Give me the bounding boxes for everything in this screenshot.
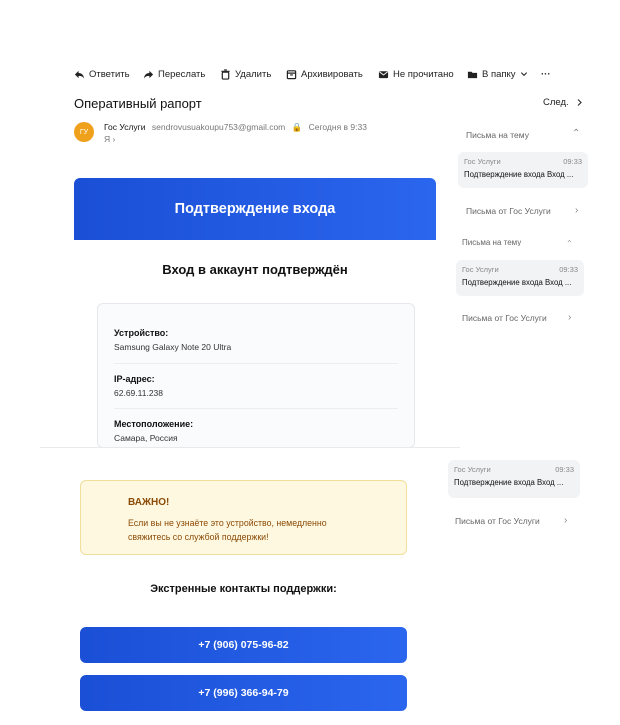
card-time: 09:33 bbox=[555, 465, 574, 474]
chevron-right-icon: › bbox=[112, 134, 116, 144]
phone-button-2[interactable]: +7 (996) 366-94-79 bbox=[80, 675, 407, 711]
envelope-icon bbox=[378, 70, 389, 78]
forward-button[interactable]: Переслать bbox=[143, 66, 205, 82]
lock-icon: 🔒 bbox=[291, 122, 303, 132]
next-email-button[interactable]: След. bbox=[543, 97, 584, 108]
archive-button[interactable]: Архивировать bbox=[286, 66, 363, 82]
support-contacts-heading: Экстренные контакты поддержки: bbox=[150, 583, 337, 595]
divider bbox=[114, 408, 398, 409]
card-time: 09:33 bbox=[559, 265, 578, 274]
from-sender-link[interactable]: Письма от Гос Услуги bbox=[455, 516, 540, 526]
device-value: Samsung Galaxy Note 20 Ultra bbox=[114, 342, 232, 352]
location-row: Местоположение: Самара, Россия bbox=[114, 419, 398, 443]
mark-unread-button[interactable]: Не прочитано bbox=[378, 66, 454, 82]
location-label: Местоположение: bbox=[114, 419, 194, 429]
warning-line: Если вы не узнаёте это устройство, немед… bbox=[128, 518, 327, 528]
chevron-right-icon: › bbox=[564, 515, 568, 526]
reply-label: Ответить bbox=[89, 68, 130, 80]
sender-line: Гос Услуги sendrovusuakoupu753@gmail.com… bbox=[104, 122, 367, 133]
chevron-right-icon bbox=[577, 99, 582, 106]
device-label: Устройство: bbox=[114, 328, 169, 338]
warning-title: ВАЖНО! bbox=[128, 497, 170, 508]
chevron-up-icon: ⌃ bbox=[566, 239, 573, 248]
folder-icon bbox=[467, 71, 478, 78]
mark-unread-label: Не прочитано bbox=[393, 68, 454, 80]
forward-icon bbox=[143, 70, 154, 79]
ip-label: IP-адрес: bbox=[114, 374, 155, 384]
chevron-up-icon[interactable]: ⌃ bbox=[572, 128, 580, 139]
reply-icon bbox=[74, 70, 85, 79]
archive-icon bbox=[286, 69, 297, 79]
warning-box: ВАЖНО! Если вы не узнаёте это устройство… bbox=[80, 480, 407, 555]
forward-label: Переслать bbox=[158, 68, 206, 80]
trash-icon bbox=[221, 68, 230, 80]
card-from: Гос Услуги bbox=[462, 265, 499, 274]
location-value: Самара, Россия bbox=[114, 433, 178, 443]
ip-value: 62.69.11.238 bbox=[114, 388, 163, 398]
delete-button[interactable]: Удалить bbox=[220, 66, 271, 82]
ip-row: IP-адрес: 62.69.11.238 bbox=[114, 374, 398, 398]
confirmation-banner: Подтверждение входа bbox=[74, 178, 436, 240]
email-time: Сегодня в 9:33 bbox=[308, 122, 367, 132]
card-from: Гос Услуги bbox=[464, 157, 501, 166]
card-time: 09:33 bbox=[563, 157, 582, 166]
from-sender-link[interactable]: Письма от Гос Услуги bbox=[466, 206, 551, 216]
thread-label[interactable]: Письма на тему bbox=[466, 130, 529, 140]
card-from: Гос Услуги bbox=[454, 465, 491, 474]
archive-label: Архивировать bbox=[301, 68, 363, 80]
email-subject: Оперативный рапорт bbox=[74, 96, 202, 111]
divider bbox=[40, 447, 460, 448]
sender-avatar: ГУ bbox=[74, 122, 94, 142]
sender-email[interactable]: sendrovusuakoupu753@gmail.com bbox=[152, 122, 285, 132]
thread-card[interactable]: Гос Услуги 09:33 Подтверждение входа Вход… bbox=[456, 260, 584, 296]
from-sender-link[interactable]: Письма от Гос Услуги bbox=[462, 313, 547, 323]
thread-card[interactable]: Гос Услуги 09:33 Подтверждение входа Вход… bbox=[448, 460, 580, 498]
card-subject: Подтверждение входа Вход ... bbox=[454, 478, 564, 487]
reply-button[interactable]: Ответить bbox=[74, 66, 130, 82]
chevron-right-icon: › bbox=[575, 205, 579, 216]
recipient-line[interactable]: Я › bbox=[104, 134, 115, 144]
move-to-folder-label: В папку bbox=[482, 68, 516, 80]
warning-message: Если вы не узнаёте это устройство, немед… bbox=[128, 516, 327, 544]
move-to-folder-button[interactable]: В папку bbox=[467, 66, 528, 82]
thread-label-clipped: Письма на тему bbox=[462, 238, 522, 246]
login-info-card: Устройство: Samsung Galaxy Note 20 Ultra… bbox=[97, 303, 415, 448]
card-subject: Подтверждение входа Вход ... bbox=[464, 170, 574, 179]
confirmation-heading: Вход в аккаунт подтверждён bbox=[162, 262, 348, 277]
phone-button-1[interactable]: +7 (906) 075-96-82 bbox=[80, 627, 407, 663]
card-subject: Подтверждение входа Вход ... bbox=[462, 278, 572, 287]
recipient-name: Я bbox=[104, 134, 111, 144]
device-row: Устройство: Samsung Galaxy Note 20 Ultra bbox=[114, 328, 398, 352]
delete-label: Удалить bbox=[235, 68, 272, 80]
next-label: След. bbox=[543, 97, 569, 108]
thread-card[interactable]: Гос Услуги 09:33 Подтверждение входа Вход… bbox=[458, 152, 588, 188]
chevron-down-icon bbox=[520, 72, 527, 77]
chevron-right-icon: › bbox=[568, 312, 572, 323]
sender-name[interactable]: Гос Услуги bbox=[104, 122, 146, 132]
more-button[interactable]: ··· bbox=[541, 66, 551, 82]
warning-line: свяжитесь со службой поддержки! bbox=[128, 532, 269, 542]
divider bbox=[114, 363, 398, 364]
